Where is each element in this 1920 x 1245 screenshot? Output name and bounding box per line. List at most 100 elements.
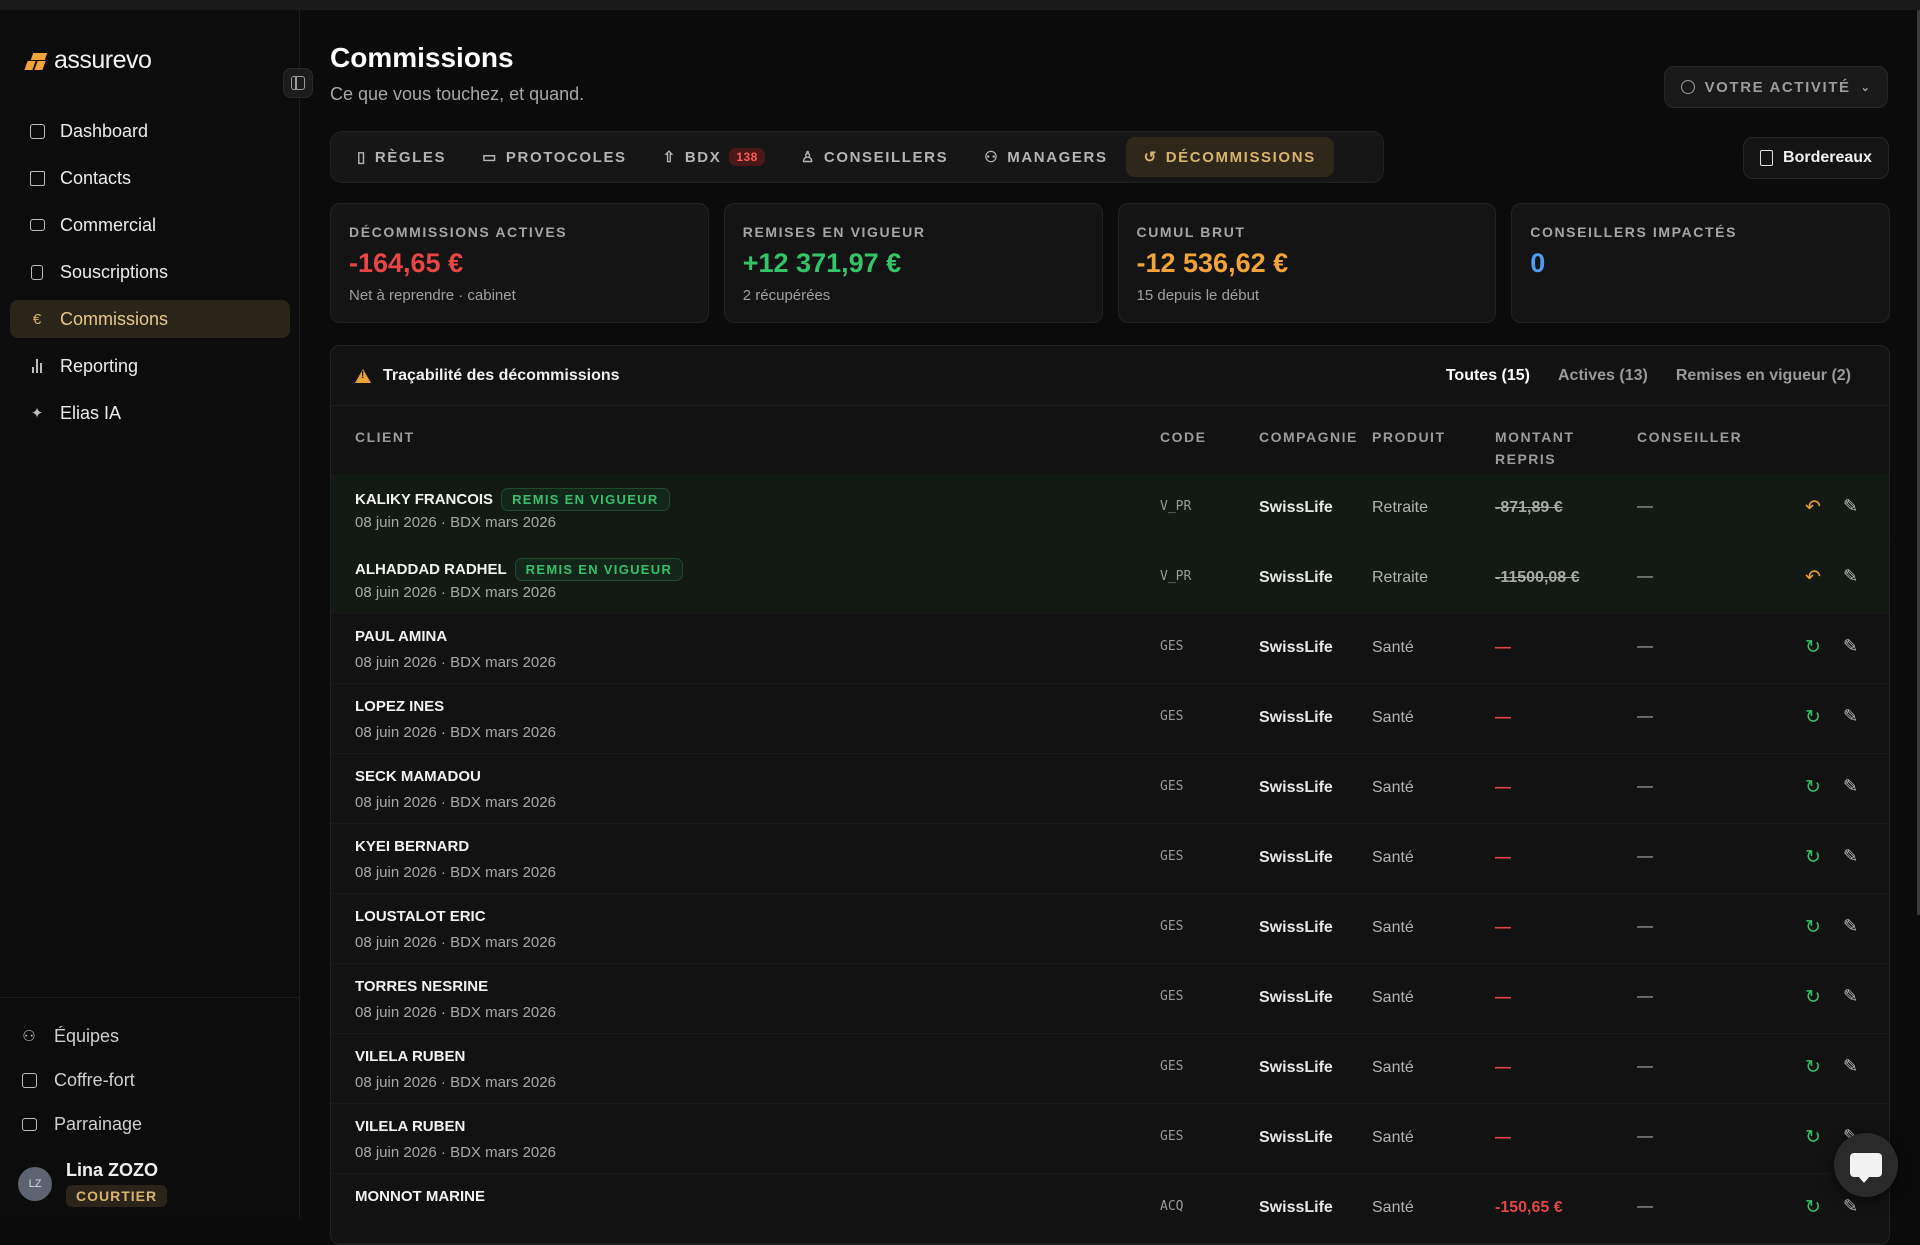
tab-conseillers[interactable]: ♙ CONSEILLERS xyxy=(783,137,966,177)
table-row[interactable]: TORRES NESRINE 08 juin 2026 · BDX mars 20… xyxy=(331,964,1889,1034)
edit-icon[interactable]: ✎ xyxy=(1843,846,1858,867)
sparkles-icon: ✦ xyxy=(30,405,44,422)
table-row[interactable]: KYEI BERNARD 08 juin 2026 · BDX mars 2026… xyxy=(331,824,1889,894)
reinstate-icon[interactable]: ↻ xyxy=(1805,986,1821,1009)
sidebar-toggle-button[interactable] xyxy=(283,68,313,98)
filter-actives[interactable]: Actives (13) xyxy=(1558,367,1648,385)
user-profile[interactable]: LZ Lina ZOZO COURTIER xyxy=(18,1160,168,1207)
table-row[interactable]: ALHADDAD RADHEL REMIS EN VIGUEUR 08 juin 2… xyxy=(331,544,1889,614)
chevron-down-icon: ⌄ xyxy=(1860,81,1872,94)
sidebar-item-reporting[interactable]: Reporting xyxy=(10,347,290,385)
column-conseiller[interactable]: CONSEILLER xyxy=(1637,426,1742,448)
amount-cell: — xyxy=(1495,849,1511,866)
table-row[interactable]: LOUSTALOT ERIC 08 juin 2026 · BDX mars 20… xyxy=(331,894,1889,964)
filter-remises[interactable]: Remises en vigueur (2) xyxy=(1676,367,1851,385)
client-name: MONNOT MARINE xyxy=(355,1188,485,1205)
decommissions-panel: Traçabilité des décommissions Toutes (15… xyxy=(330,345,1890,1245)
logo[interactable]: assurevo xyxy=(22,46,152,75)
tab-protocoles[interactable]: ▭ PROTOCOLES xyxy=(464,137,645,177)
undo-icon[interactable]: ↶ xyxy=(1805,496,1821,519)
table-row[interactable]: KALIKY FRANCOIS REMIS EN VIGUEUR 08 juin 2… xyxy=(331,474,1889,544)
edit-icon[interactable]: ✎ xyxy=(1843,1196,1858,1217)
chat-icon xyxy=(1850,1153,1882,1183)
chat-button[interactable] xyxy=(1834,1133,1898,1197)
table-row[interactable]: VILELA RUBEN 08 juin 2026 · BDX mars 2026… xyxy=(331,1034,1889,1104)
reinstate-icon[interactable]: ↻ xyxy=(1805,1126,1821,1149)
company-cell: SwissLife xyxy=(1259,1059,1333,1076)
sidebar-item-coffre-fort[interactable]: Coffre-fort xyxy=(0,1058,300,1102)
table-row[interactable]: PAUL AMINA 08 juin 2026 · BDX mars 2026 GE… xyxy=(331,614,1889,684)
kpi-cumul-brut: CUMUL BRUT -12 536,62 € 15 depuis le déb… xyxy=(1117,203,1497,323)
tab-decommissions[interactable]: ↺ DÉCOMMISSIONS xyxy=(1125,137,1334,177)
sidebar-item-parrainage[interactable]: Parrainage xyxy=(0,1102,300,1146)
upload-icon: ⇧ xyxy=(662,149,677,166)
filter-toutes[interactable]: Toutes (15) xyxy=(1446,367,1530,385)
sidebar-item-souscriptions[interactable]: Souscriptions xyxy=(10,253,290,291)
column-montant-line1: MONTANT xyxy=(1495,429,1575,445)
table-row[interactable]: SECK MAMADOU 08 juin 2026 · BDX mars 2026… xyxy=(331,754,1889,824)
reinstate-icon[interactable]: ↻ xyxy=(1805,636,1821,659)
sidebar-item-commercial[interactable]: Commercial xyxy=(10,206,290,244)
edit-icon[interactable]: ✎ xyxy=(1843,916,1858,937)
amount-cell: -871,89 € xyxy=(1495,499,1563,516)
code-cell: GES xyxy=(1160,779,1184,794)
kpi-conseillers-impactes: CONSEILLERS IMPACTÉS 0 xyxy=(1511,203,1890,323)
amount-cell: — xyxy=(1495,709,1511,726)
globe-icon xyxy=(1680,80,1695,94)
table-row[interactable]: MONNOT MARINE ACQ SwissLife Santé -150,65 € —… xyxy=(331,1174,1889,1244)
table-row[interactable]: LOPEZ INES 08 juin 2026 · BDX mars 2026 GE… xyxy=(331,684,1889,754)
code-cell: GES xyxy=(1160,849,1184,864)
edit-icon[interactable]: ✎ xyxy=(1843,636,1858,657)
kpi-label: CONSEILLERS IMPACTÉS xyxy=(1530,224,1738,240)
logo-mark-icon xyxy=(22,51,48,71)
client-date: 08 juin 2026 · BDX mars 2026 xyxy=(355,1074,556,1091)
column-client[interactable]: CLIENT xyxy=(355,426,415,448)
tab-label: MANAGERS xyxy=(1007,148,1108,166)
amount-cell: -150,65 € xyxy=(1495,1199,1563,1216)
undo-icon[interactable]: ↶ xyxy=(1805,566,1821,589)
tab-regles[interactable]: ▯ RÈGLES xyxy=(339,137,464,177)
reinstate-icon[interactable]: ↻ xyxy=(1805,1056,1821,1079)
sidebar-item-equipes[interactable]: ⚇ Équipes xyxy=(0,1014,300,1058)
reinstate-icon[interactable]: ↻ xyxy=(1805,706,1821,729)
column-montant[interactable]: MONTANT REPRIS xyxy=(1495,426,1574,470)
tab-bdx[interactable]: ⇧ BDX 138 xyxy=(645,137,783,177)
tab-label: PROTOCOLES xyxy=(505,148,627,166)
edit-icon[interactable]: ✎ xyxy=(1843,776,1858,797)
edit-icon[interactable]: ✎ xyxy=(1843,1056,1858,1077)
reinstate-icon[interactable]: ↻ xyxy=(1805,846,1821,869)
table-body: KALIKY FRANCOIS REMIS EN VIGUEUR 08 juin 2… xyxy=(331,474,1889,1244)
bordereaux-button[interactable]: Bordereaux xyxy=(1743,137,1889,179)
tab-managers[interactable]: ⚇ MANAGERS xyxy=(966,137,1125,177)
status-badge: REMIS EN VIGUEUR xyxy=(514,558,684,581)
sidebar: assurevo Dashboard Contacts Commercial S… xyxy=(0,10,300,1219)
sidebar-item-dashboard[interactable]: Dashboard xyxy=(10,112,290,150)
column-code[interactable]: CODE xyxy=(1160,426,1206,448)
company-cell: SwissLife xyxy=(1259,919,1333,936)
edit-icon[interactable]: ✎ xyxy=(1843,706,1858,727)
sidebar-item-commissions[interactable]: € Commissions xyxy=(10,300,290,338)
client-date: 08 juin 2026 · BDX mars 2026 xyxy=(355,584,556,601)
tab-label: CONSEILLERS xyxy=(823,148,949,166)
client-name-cell: LOUSTALOT ERIC xyxy=(355,908,486,925)
table-row[interactable]: VILELA RUBEN 08 juin 2026 · BDX mars 2026… xyxy=(331,1104,1889,1174)
sidebar-item-contacts[interactable]: Contacts xyxy=(10,159,290,197)
sidebar-item-label: Commercial xyxy=(60,214,157,235)
product-cell: Santé xyxy=(1372,639,1414,656)
sidebar-item-elias-ia[interactable]: ✦ Elias IA xyxy=(10,394,290,432)
edit-icon[interactable]: ✎ xyxy=(1843,986,1858,1007)
edit-icon[interactable]: ✎ xyxy=(1843,566,1858,587)
activity-dropdown[interactable]: VOTRE ACTIVITÉ ⌄ xyxy=(1664,66,1888,108)
column-compagnie[interactable]: COMPAGNIE xyxy=(1259,426,1358,448)
reinstate-icon[interactable]: ↻ xyxy=(1805,1196,1821,1219)
reinstate-icon[interactable]: ↻ xyxy=(1805,916,1821,939)
edit-icon[interactable]: ✎ xyxy=(1843,496,1858,517)
code-cell: GES xyxy=(1160,1059,1184,1074)
column-produit[interactable]: PRODUIT xyxy=(1372,426,1446,448)
client-name-cell: SECK MAMADOU xyxy=(355,768,481,785)
client-name-cell: VILELA RUBEN xyxy=(355,1118,465,1135)
company-cell: SwissLife xyxy=(1259,1199,1333,1216)
tabs: ▯ RÈGLES ▭ PROTOCOLES ⇧ BDX 138 ♙ CONSEI… xyxy=(330,131,1384,183)
advisor-cell: — xyxy=(1637,988,1653,1005)
reinstate-icon[interactable]: ↻ xyxy=(1805,776,1821,799)
